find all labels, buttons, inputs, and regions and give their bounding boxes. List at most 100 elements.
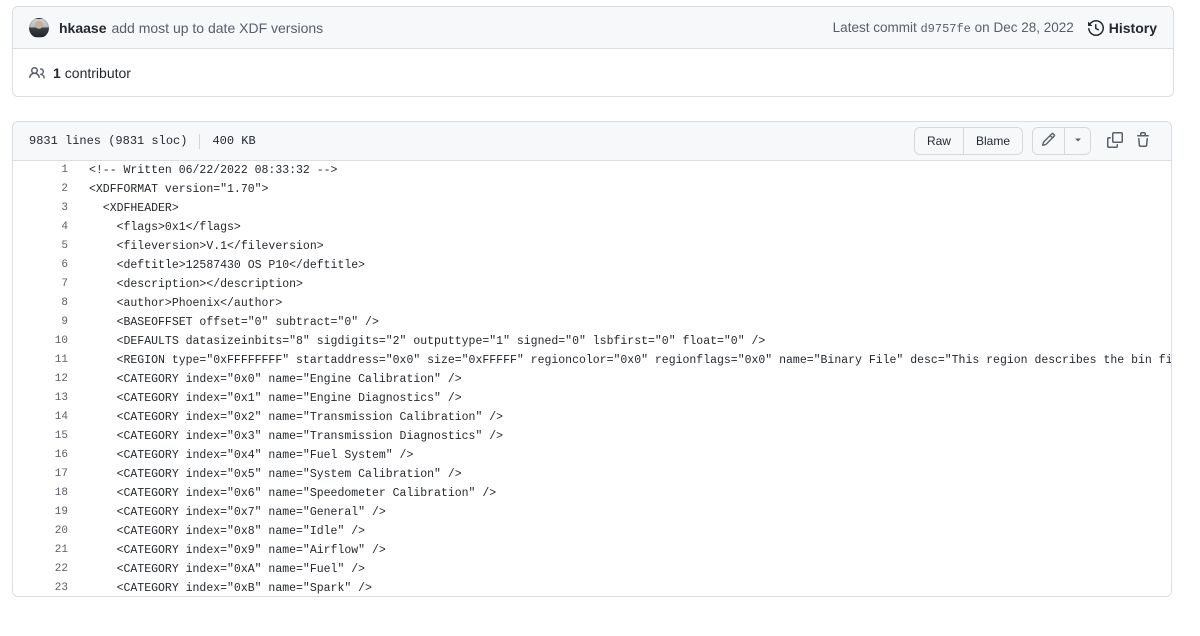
line-content: <CATEGORY index="0x5" name="System Calib… [89,468,462,481]
code-line-row: 23 <CATEGORY index="0xB" name="Spark" /> [13,579,1171,596]
code-line-row: 19 <CATEGORY index="0x7" name="General" … [13,503,1171,522]
commit-card: hkaase add most up to date XDF versions … [12,6,1174,97]
file-stats: 9831 lines (9831 sloc) 400 KB [29,133,256,149]
line-content: <CATEGORY index="0x9" name="Airflow" /> [89,544,386,557]
line-content: <!-- Written 06/22/2022 08:33:32 --> [89,164,338,177]
line-number[interactable]: 21 [13,541,79,560]
latest-commit-label: Latest commit [832,19,917,35]
line-content: <fileversion>V.1</fileversion> [89,240,324,253]
commit-date-prefix: on [974,19,990,35]
line-number[interactable]: 17 [13,465,79,484]
code-line-row: 12 <CATEGORY index="0x0" name="Engine Ca… [13,370,1171,389]
line-number[interactable]: 20 [13,522,79,541]
line-number[interactable]: 4 [13,218,79,237]
copy-button[interactable] [1101,128,1129,154]
edit-dropdown-button[interactable] [1064,128,1090,154]
line-content: <author>Phoenix</author> [89,297,283,310]
code-line-row: 16 <CATEGORY index="0x4" name="Fuel Syst… [13,446,1171,465]
commit-message[interactable]: add most up to date XDF versions [111,20,323,36]
code-line-row: 13 <CATEGORY index="0x1" name="Engine Di… [13,389,1171,408]
code-viewer[interactable]: 1 <!-- Written 06/22/2022 08:33:32 --> 2 <X… [13,161,1171,596]
line-number[interactable]: 18 [13,484,79,503]
line-number[interactable]: 13 [13,389,79,408]
line-content: <CATEGORY index="0x2" name="Transmission… [89,411,504,424]
contributor-label: contributor [64,64,131,81]
line-content: <description></description> [89,278,303,291]
line-number[interactable]: 16 [13,446,79,465]
commit-meta-group: Latest commit d9757fe on Dec 28, 2022 Hi… [833,20,1157,36]
line-number[interactable]: 11 [13,351,79,370]
line-number[interactable]: 8 [13,294,79,313]
code-line-row: 18 <CATEGORY index="0x6" name="Speedomet… [13,484,1171,503]
delete-button[interactable] [1129,128,1157,154]
trash-icon [1135,131,1151,151]
line-number[interactable]: 23 [13,579,79,596]
line-number[interactable]: 3 [13,199,79,218]
line-number[interactable]: 19 [13,503,79,522]
blame-button[interactable]: Blame [962,128,1022,154]
line-content: <CATEGORY index="0x1" name="Engine Diagn… [89,392,462,405]
line-number[interactable]: 12 [13,370,79,389]
line-content: <CATEGORY index="0xB" name="Spark" /> [89,582,372,595]
contributor-count: 1 [53,64,61,81]
line-content: <flags>0x1</flags> [89,221,241,234]
people-icon [29,65,45,81]
code-body: 1 <!-- Written 06/22/2022 08:33:32 --> 2 <X… [13,161,1171,596]
edit-pencil-button[interactable] [1033,128,1064,154]
file-line-count: 9831 lines (9831 sloc) [29,134,188,148]
raw-button[interactable]: Raw [914,128,963,154]
code-line-row: 9 <BASEOFFSET offset="0" subtract="0" /> [13,313,1171,332]
copy-icon [1107,131,1123,151]
line-number[interactable]: 2 [13,180,79,199]
line-content: <CATEGORY index="0x3" name="Transmission… [89,430,504,443]
code-line-row: 11 <REGION type="0xFFFFFFFF" startaddres… [13,351,1171,370]
code-line-row: 14 <CATEGORY index="0x2" name="Transmiss… [13,408,1171,427]
line-number[interactable]: 22 [13,560,79,579]
line-content: <CATEGORY index="0x0" name="Engine Calib… [89,373,462,386]
history-label: History [1108,19,1157,36]
file-toolbar: 9831 lines (9831 sloc) 400 KB Raw Blame [13,122,1171,161]
line-number[interactable]: 10 [13,332,79,351]
code-line-row: 21 <CATEGORY index="0x9" name="Airflow" … [13,541,1171,560]
line-content: <CATEGORY index="0x4" name="Fuel System"… [89,449,414,462]
code-line-row: 5 <fileversion>V.1</fileversion> [13,237,1171,256]
contributors-row[interactable]: 1 contributor [13,49,1173,96]
line-content: <CATEGORY index="0xA" name="Fuel" /> [89,563,366,576]
github-file-view: hkaase add most up to date XDF versions … [0,0,1200,636]
code-line-row: 4 <flags>0x1</flags> [13,218,1171,237]
line-content: <REGION type="0xFFFFFFFF" startaddress="… [89,354,1171,367]
code-line-row: 6 <deftitle>12587430 OS P10</deftitle> [13,256,1171,275]
file-card: 9831 lines (9831 sloc) 400 KB Raw Blame [12,121,1172,597]
code-line-row: 22 <CATEGORY index="0xA" name="Fuel" /> [13,560,1171,579]
chevron-down-icon [1072,134,1084,149]
code-line-row: 15 <CATEGORY index="0x3" name="Transmiss… [13,427,1171,446]
code-line-row: 1 <!-- Written 06/22/2022 08:33:32 --> [13,161,1171,180]
line-number[interactable]: 6 [13,256,79,275]
commit-sha-link[interactable]: d9757fe [920,22,970,36]
line-content: <CATEGORY index="0x8" name="Idle" /> [89,525,366,538]
line-number[interactable]: 5 [13,237,79,256]
line-number[interactable]: 15 [13,427,79,446]
line-number[interactable]: 14 [13,408,79,427]
code-table: 1 <!-- Written 06/22/2022 08:33:32 --> 2 <X… [13,161,1171,596]
code-line-row: 17 <CATEGORY index="0x5" name="System Ca… [13,465,1171,484]
code-line-row: 3 <XDFHEADER> [13,199,1171,218]
latest-commit-row: hkaase add most up to date XDF versions … [13,7,1173,49]
line-number[interactable]: 7 [13,275,79,294]
latest-commit-meta: Latest commit d9757fe on Dec 28, 2022 [833,20,1074,36]
file-size: 400 KB [212,134,256,148]
history-link[interactable]: History [1087,19,1157,36]
line-number[interactable]: 9 [13,313,79,332]
code-line-row: 2 <XDFFORMAT version="1.70"> [13,180,1171,199]
raw-blame-group: Raw Blame [913,127,1023,155]
stats-divider [199,133,201,149]
commit-author-link[interactable]: hkaase [59,20,106,36]
line-content: <CATEGORY index="0x7" name="General" /> [89,506,386,519]
code-line-row: 7 <description></description> [13,275,1171,294]
user-avatar[interactable] [29,17,49,38]
line-number[interactable]: 1 [13,161,79,180]
line-content: <CATEGORY index="0x6" name="Speedometer … [89,487,497,500]
pencil-icon [1041,132,1056,150]
line-content: <BASEOFFSET offset="0" subtract="0" /> [89,316,379,329]
edit-button-group [1032,127,1091,155]
